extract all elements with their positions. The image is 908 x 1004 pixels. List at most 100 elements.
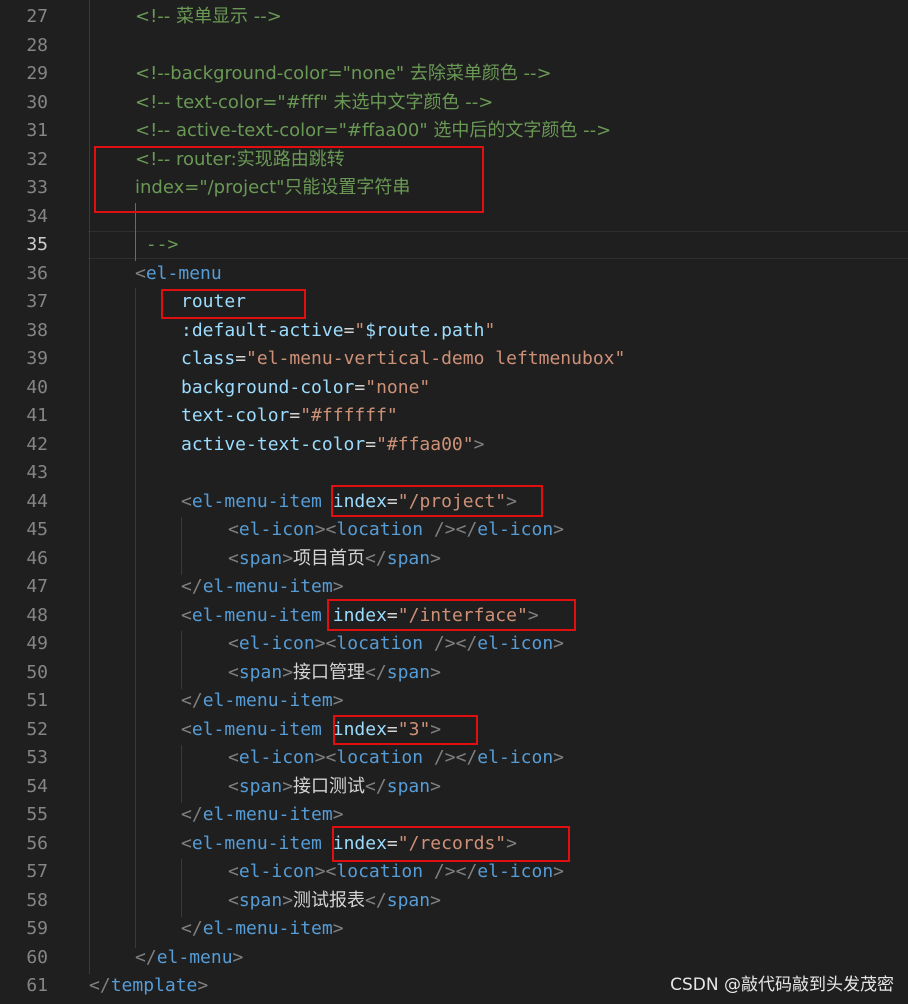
code-token: span xyxy=(238,775,283,797)
code-token: > xyxy=(232,946,244,968)
code-token: location xyxy=(336,747,424,768)
annotation-box-index-interface xyxy=(327,599,576,631)
code-line[interactable]: </el-menu> xyxy=(0,944,908,973)
code-line[interactable]: <el-icon><location /></el-icon> xyxy=(0,744,908,773)
code-line[interactable]: <span>测试报表</span> xyxy=(0,887,908,916)
code-token: >< xyxy=(314,519,337,540)
code-token: > xyxy=(430,889,441,911)
code-token: $route.path xyxy=(365,319,485,341)
code-token: template xyxy=(110,975,198,996)
code-token: >< xyxy=(314,861,337,882)
code-token: span xyxy=(386,775,431,797)
code-token: < xyxy=(181,718,192,740)
code-line[interactable]: <el-icon><location /></el-icon> xyxy=(0,858,908,887)
code-token: </ xyxy=(89,975,111,996)
code-token: el-menu-item xyxy=(202,576,333,597)
code-token: el-icon xyxy=(238,747,315,768)
code-token: "#ffaa00" xyxy=(376,433,474,455)
code-token: /> xyxy=(423,861,456,882)
code-token: el-icon xyxy=(238,861,315,882)
annotation-box-router-attr xyxy=(161,289,306,319)
code-line[interactable]: text-color="#ffffff" xyxy=(0,402,908,431)
code-token: el-icon xyxy=(477,747,554,768)
code-token: "el-menu-vertical-demo leftmenubox" xyxy=(246,348,626,369)
code-token: >< xyxy=(314,747,337,768)
code-token: 接口测试 xyxy=(293,775,366,797)
code-line[interactable]: <!--background-color="none" 去除菜单颜色 --> xyxy=(0,60,908,89)
code-token: = xyxy=(343,319,355,341)
code-line[interactable]: :default-active="$route.path" xyxy=(0,317,908,346)
code-line[interactable]: background-color="none" xyxy=(0,374,908,403)
watermark: CSDN @敲代码敲到头发茂密 xyxy=(670,975,894,995)
code-token: " xyxy=(354,319,366,341)
code-token: > xyxy=(282,889,294,911)
code-token: > xyxy=(332,918,344,939)
code-token: > xyxy=(553,519,564,540)
code-token: < xyxy=(181,604,192,626)
code-token: </ xyxy=(181,690,203,711)
code-token: > xyxy=(282,661,294,683)
code-line[interactable]: <!-- text-color="#fff" 未选中文字颜色 --> xyxy=(0,89,908,118)
code-token: :default-active xyxy=(181,319,344,341)
code-line[interactable]: <el-icon><location /></el-icon> xyxy=(0,516,908,545)
code-line[interactable]: class="el-menu-vertical-demo leftmenubox… xyxy=(0,345,908,374)
code-line[interactable] xyxy=(0,459,908,488)
code-line[interactable]: </el-menu-item> xyxy=(0,573,908,602)
code-token: span xyxy=(238,547,283,569)
code-token: el-menu-item xyxy=(191,832,322,854)
code-token: > xyxy=(332,690,344,711)
code-token: > xyxy=(332,576,344,597)
code-line[interactable]: </el-menu-item> xyxy=(0,915,908,944)
code-token: el-icon xyxy=(477,861,554,882)
code-token: </ xyxy=(181,918,203,939)
code-token: < xyxy=(228,547,239,569)
code-token: < xyxy=(181,490,192,512)
code-line[interactable]: <el-icon><location /></el-icon> xyxy=(0,630,908,659)
code-token: --> xyxy=(135,234,179,255)
code-line[interactable]: router xyxy=(0,288,908,317)
code-token: el-icon xyxy=(238,633,315,654)
code-token: span xyxy=(238,661,283,683)
code-token: el-menu-item xyxy=(191,718,322,740)
code-line[interactable]: <span>接口测试</span> xyxy=(0,773,908,802)
code-token: < xyxy=(228,861,239,882)
code-token: location xyxy=(336,519,424,540)
code-token: </ xyxy=(365,775,387,797)
code-token: el-menu-item xyxy=(202,804,333,825)
code-token: </ xyxy=(181,576,203,597)
code-line[interactable]: --> xyxy=(0,231,908,260)
code-token: > xyxy=(332,804,344,825)
code-line[interactable] xyxy=(0,32,908,61)
code-token: </ xyxy=(455,519,478,540)
code-token: > xyxy=(553,861,564,882)
code-line[interactable]: <span>接口管理</span> xyxy=(0,659,908,688)
annotation-box-index-3 xyxy=(333,715,478,745)
code-token: > xyxy=(553,747,564,768)
code-line[interactable]: <span>项目首页</span> xyxy=(0,545,908,574)
code-token: </ xyxy=(181,804,203,825)
annotation-box-index-project xyxy=(331,485,543,517)
code-token: "none" xyxy=(365,376,431,398)
code-token: <!--background-color="none" 去除菜单颜色 --> xyxy=(135,63,552,84)
code-line[interactable]: <!-- active-text-color="#ffaa00" 选中后的文字颜… xyxy=(0,117,908,146)
code-token: >< xyxy=(314,633,337,654)
code-editor[interactable]: 27 28 29 30 31 32 33 34 35 36 37 38 39 40 41 42 43 44 45 46… xyxy=(0,0,908,1004)
code-token: > xyxy=(430,775,441,797)
code-token: > xyxy=(473,433,485,455)
code-token: </ xyxy=(365,547,387,569)
code-token: </ xyxy=(135,946,157,968)
code-token: </ xyxy=(365,889,387,911)
code-token: > xyxy=(282,775,294,797)
code-token: </ xyxy=(455,861,478,882)
code-token: el-icon xyxy=(477,633,554,654)
code-token: </ xyxy=(455,747,478,768)
code-line[interactable]: <el-menu xyxy=(0,260,908,289)
code-token: class xyxy=(181,348,236,369)
code-token: < xyxy=(228,775,239,797)
code-token: el-icon xyxy=(238,519,315,540)
code-token: </ xyxy=(365,661,387,683)
code-line[interactable]: <!-- 菜单显示 --> xyxy=(0,3,908,32)
code-line[interactable]: </el-menu-item> xyxy=(0,687,908,716)
code-token: = xyxy=(235,348,247,369)
code-line[interactable]: active-text-color="#ffaa00"> xyxy=(0,431,908,460)
